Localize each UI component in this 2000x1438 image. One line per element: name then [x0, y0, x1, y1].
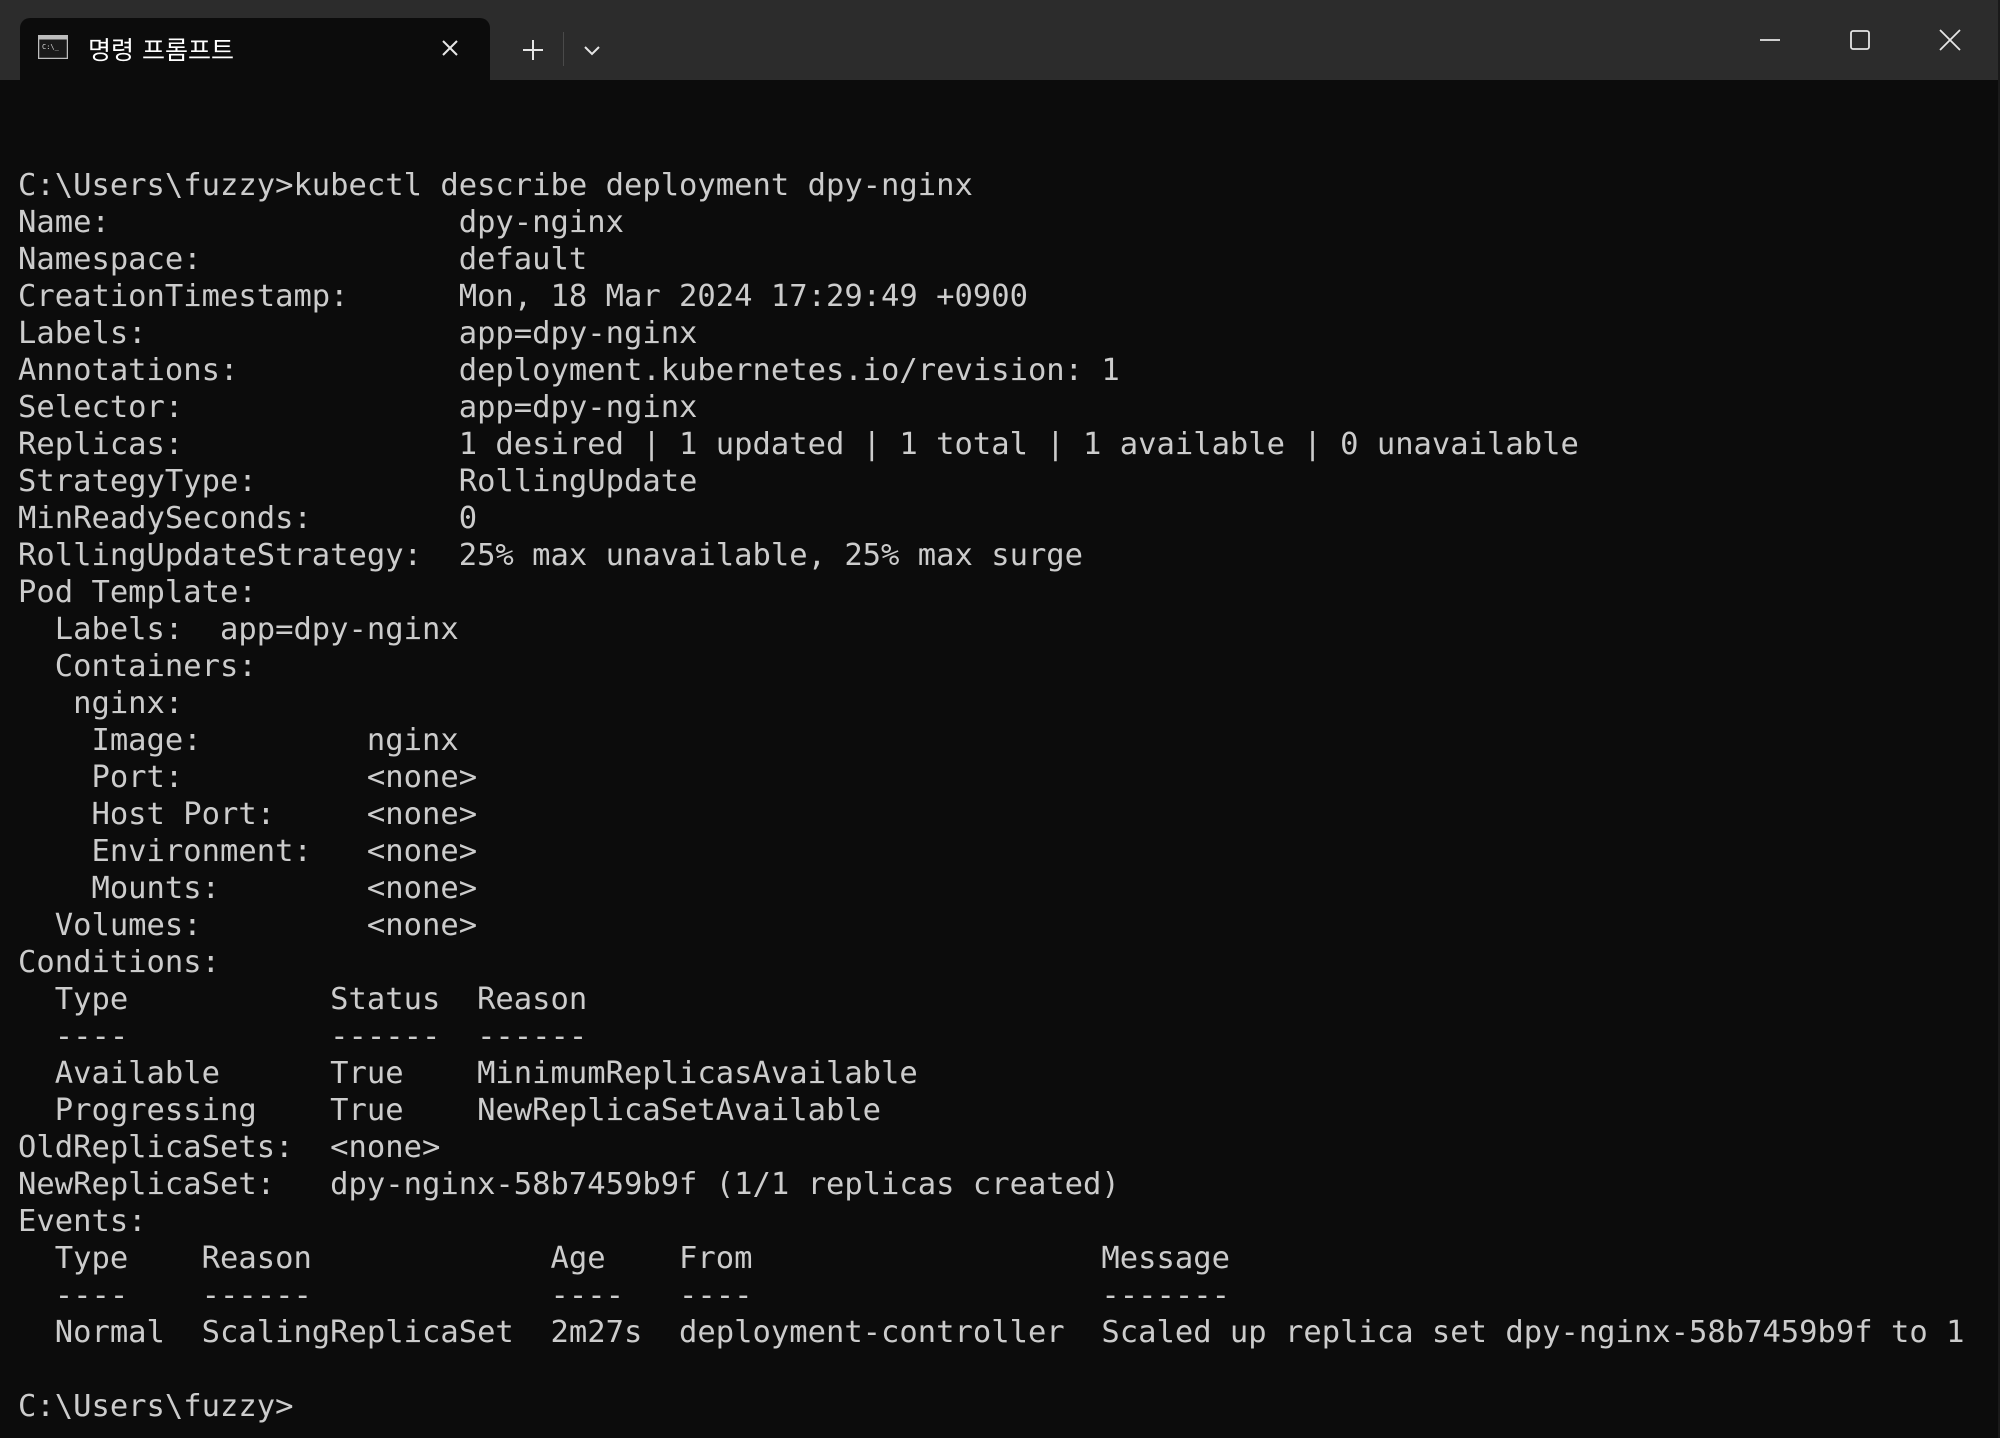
chevron-down-icon	[584, 46, 600, 56]
console-line: Environment: <none>	[18, 834, 478, 869]
title-bar[interactable]: C:\_ 명령 프롬프트	[0, 0, 2000, 80]
console-line: Mounts: <none>	[18, 871, 478, 906]
console-line: Volumes: <none>	[18, 908, 478, 943]
console-line: Pod Template:	[18, 575, 257, 610]
console-line: RollingUpdateStrategy: 25% max unavailab…	[18, 538, 1084, 573]
minimize-icon	[1760, 39, 1780, 41]
console-output[interactable]: C:\Users\fuzzy>kubectl describe deployme…	[18, 130, 2000, 1425]
console-line: C:\Users\fuzzy>kubectl describe deployme…	[18, 168, 973, 203]
maximize-button[interactable]	[1815, 0, 1905, 80]
console-line: Conditions:	[18, 945, 220, 980]
close-icon	[442, 40, 458, 56]
new-tab-button[interactable]	[513, 30, 553, 70]
close-icon	[1939, 29, 1961, 51]
console-line: Progressing True NewReplicaSetAvailable	[18, 1093, 882, 1128]
console-line: Replicas: 1 desired | 1 updated | 1 tota…	[18, 427, 1579, 462]
console-line: Events:	[18, 1204, 147, 1239]
console-line: Namespace: default	[18, 242, 588, 277]
console-icon: C:\_	[37, 34, 69, 60]
tab-close-button[interactable]	[434, 32, 466, 64]
tab-separator	[563, 32, 564, 66]
console-line: Type Reason Age From Message	[18, 1241, 1230, 1276]
console-line: nginx:	[18, 686, 184, 721]
window-close-button[interactable]	[1905, 0, 1995, 80]
console-line: CreationTimestamp: Mon, 18 Mar 2024 17:2…	[18, 279, 1028, 314]
console-line: ---- ------ ------	[18, 1019, 588, 1054]
tab-command-prompt[interactable]: C:\_ 명령 프롬프트	[20, 18, 490, 80]
console-line: NewReplicaSet: dpy-nginx-58b7459b9f (1/1…	[18, 1167, 1120, 1202]
console-line: Normal ScalingReplicaSet 2m27s deploymen…	[18, 1315, 1965, 1350]
console-line: MinReadySeconds: 0	[18, 501, 478, 536]
console-line: Available True MinimumReplicasAvailable	[18, 1056, 918, 1091]
console-line: Containers:	[18, 649, 257, 684]
console-line: Name: dpy-nginx	[18, 205, 624, 240]
console-line: Labels: app=dpy-nginx	[18, 612, 459, 647]
console-line: Host Port: <none>	[18, 797, 478, 832]
console-line: Port: <none>	[18, 760, 478, 795]
svg-text:C:\_: C:\_	[42, 43, 60, 51]
tab-dropdown-button[interactable]	[572, 30, 612, 70]
console-line: StrategyType: RollingUpdate	[18, 464, 698, 499]
maximize-icon	[1850, 30, 1870, 50]
console-line: Image: nginx	[18, 723, 459, 758]
terminal-window: C:\_ 명령 프롬프트 C:\Users\fuzzy>kubectl desc…	[0, 0, 2000, 1438]
console-line: Labels: app=dpy-nginx	[18, 316, 698, 351]
plus-icon	[523, 40, 543, 60]
console-line: Type Status Reason	[18, 982, 588, 1017]
console-line: OldReplicaSets: <none>	[18, 1130, 441, 1165]
console-line: Annotations: deployment.kubernetes.io/re…	[18, 353, 1120, 388]
tab-title: 명령 프롬프트	[88, 36, 234, 65]
console-line: C:\Users\fuzzy>	[18, 1389, 294, 1424]
minimize-button[interactable]	[1725, 0, 1815, 80]
console-line: ---- ------ ---- ---- -------	[18, 1278, 1230, 1313]
console-line: Selector: app=dpy-nginx	[18, 390, 698, 425]
